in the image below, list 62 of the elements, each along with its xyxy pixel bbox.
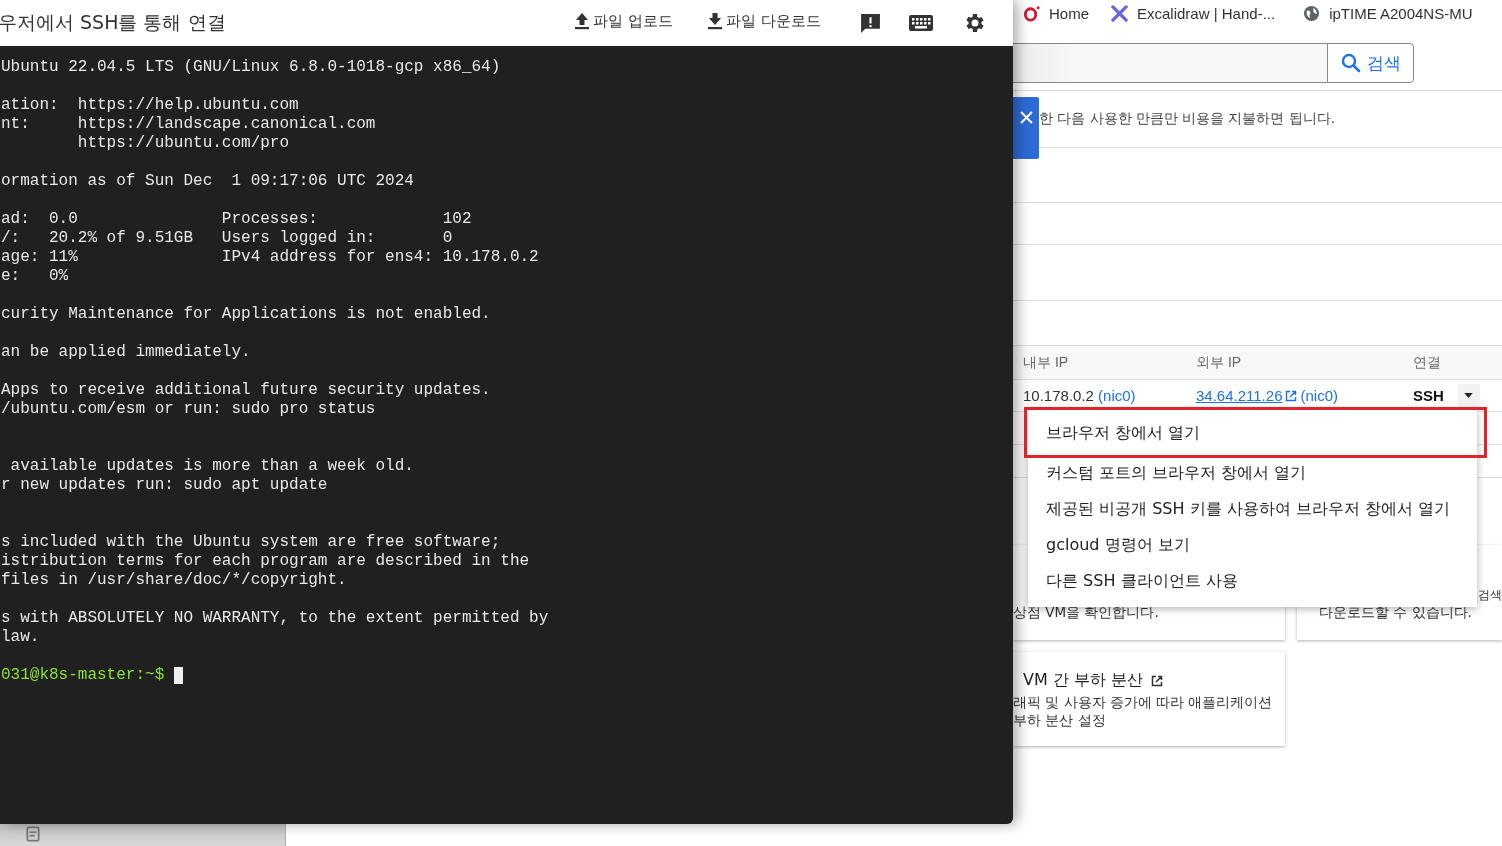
upload-button[interactable]: 파일 업로드	[574, 11, 674, 31]
ip-link[interactable]: 34.64.211.26	[1196, 387, 1283, 404]
notice-text: 한 다음 사용한 만큼만 비용을 지불하면 됩니다.	[1039, 110, 1336, 128]
external-link-icon	[1285, 389, 1298, 402]
card-title: VM 간 부하 분산	[1023, 670, 1143, 691]
terminal-line: s with ABSOLUTELY NO WARRANTY, to the extent permitted by	[1, 609, 550, 628]
column-header: 외부 IP	[1196, 353, 1243, 372]
close-icon	[1019, 111, 1033, 124]
terminal-line: s included with the Ubuntu system are free software;	[1, 533, 502, 552]
terminal-line: istribution terms for each program are described in the	[1, 552, 531, 571]
document-icon	[26, 826, 40, 842]
caret-icon	[1464, 393, 1474, 398]
card-text: 상점 VM을 확인합니다.	[1013, 604, 1160, 622]
globe-icon	[1303, 4, 1321, 22]
terminal-line: ormation as of Sun Dec 1 09:17:06 UTC 2024	[1, 172, 415, 191]
card-text: 다운로드할 수 있습니다.	[1319, 604, 1473, 622]
search-button[interactable]: 검색	[1327, 43, 1414, 83]
terminal-line: /ubuntu.com/esm or run: sudo pro status	[1, 400, 377, 419]
terminal-line: Apps to receive additional future security updates.	[1, 381, 492, 400]
card-text: 래픽 및 사용자 증가에 따라 애플리케이션	[1013, 694, 1274, 712]
terminal-line: Ubuntu 22.04.5 LTS (GNU/Linux 6.8.0-1018-gcp x86_64)	[1, 58, 502, 77]
ssh-button[interactable]: SSH	[1413, 387, 1444, 404]
menu-item[interactable]: gcloud 명령어 보기	[1028, 527, 1477, 563]
ring-icon	[1023, 4, 1040, 22]
dropdown-button[interactable]	[1457, 383, 1480, 408]
bookmark-link[interactable]: ipTIME A2004NS-MU	[1303, 4, 1473, 22]
column-header: 연결	[1413, 353, 1441, 372]
terminal-line: https://ubuntu.com/pro	[76, 134, 291, 153]
menu-item[interactable]: 브라우저 창에서 열기	[1024, 407, 1487, 458]
column-header: 내부 IP	[1022, 353, 1070, 372]
terminal-line: nt: https://landscape.canonical.com	[1, 115, 377, 134]
menu-item[interactable]: 제공된 비공개 SSH 키를 사용하여 브라우저 창에서 열기	[1028, 491, 1477, 527]
search-field[interactable]	[1013, 43, 1327, 83]
bookmark-link[interactable]: Home	[1023, 4, 1089, 22]
menu-item[interactable]: 다른 SSH 클라이언트 사용	[1028, 563, 1477, 599]
bookmark-link[interactable]: Excalidraw | Hand-...	[1111, 4, 1276, 22]
terminal-line: ad: 0.0 Processes: 102	[1, 210, 473, 229]
terminal-line: law.	[1, 628, 41, 647]
terminal-line: ation: https://help.ubuntu.com	[1, 96, 300, 115]
terminal-line: available updates is more than a week old.	[9, 457, 415, 476]
table-cell: (nic0)	[1300, 387, 1338, 404]
terminal-prompt: 031@k8s-master:~$	[1, 666, 165, 685]
terminal-line: e: 0%	[1, 267, 70, 286]
cursor	[174, 667, 184, 684]
terminal-line: an be applied immediately.	[1, 343, 252, 362]
download-icon	[707, 12, 724, 30]
terminal-line: /: 20.2% of 9.51GB Users logged in: 0	[1, 229, 454, 248]
window-title: 우저에서 SSH를 통해 연결	[0, 10, 226, 35]
table-cell-text: 10.178.0.2 (nic0)	[1022, 387, 1137, 404]
terminal-line: curity Maintenance for Applications is not enabled.	[1, 305, 492, 324]
card-text: 부하 분산 설정	[1013, 712, 1107, 730]
terminal-line: r new updates run: sudo apt update	[1, 476, 329, 495]
feedback-icon[interactable]	[859, 11, 882, 35]
terminal-line: age: 11% IPv4 address for ens4: 10.178.0.2	[1, 248, 540, 267]
keyboard-icon[interactable]	[908, 14, 934, 32]
close-button[interactable]	[1013, 97, 1039, 159]
upload-icon	[574, 12, 591, 30]
card-text: 검색	[1478, 587, 1502, 604]
search-icon	[1340, 53, 1361, 73]
terminal-line: files in /usr/share/doc/*/copyright.	[1, 571, 348, 590]
menu-item[interactable]: 커스텀 포트의 브라우저 창에서 열기	[1028, 455, 1477, 491]
download-button[interactable]: 파일 다운로드	[707, 11, 821, 31]
